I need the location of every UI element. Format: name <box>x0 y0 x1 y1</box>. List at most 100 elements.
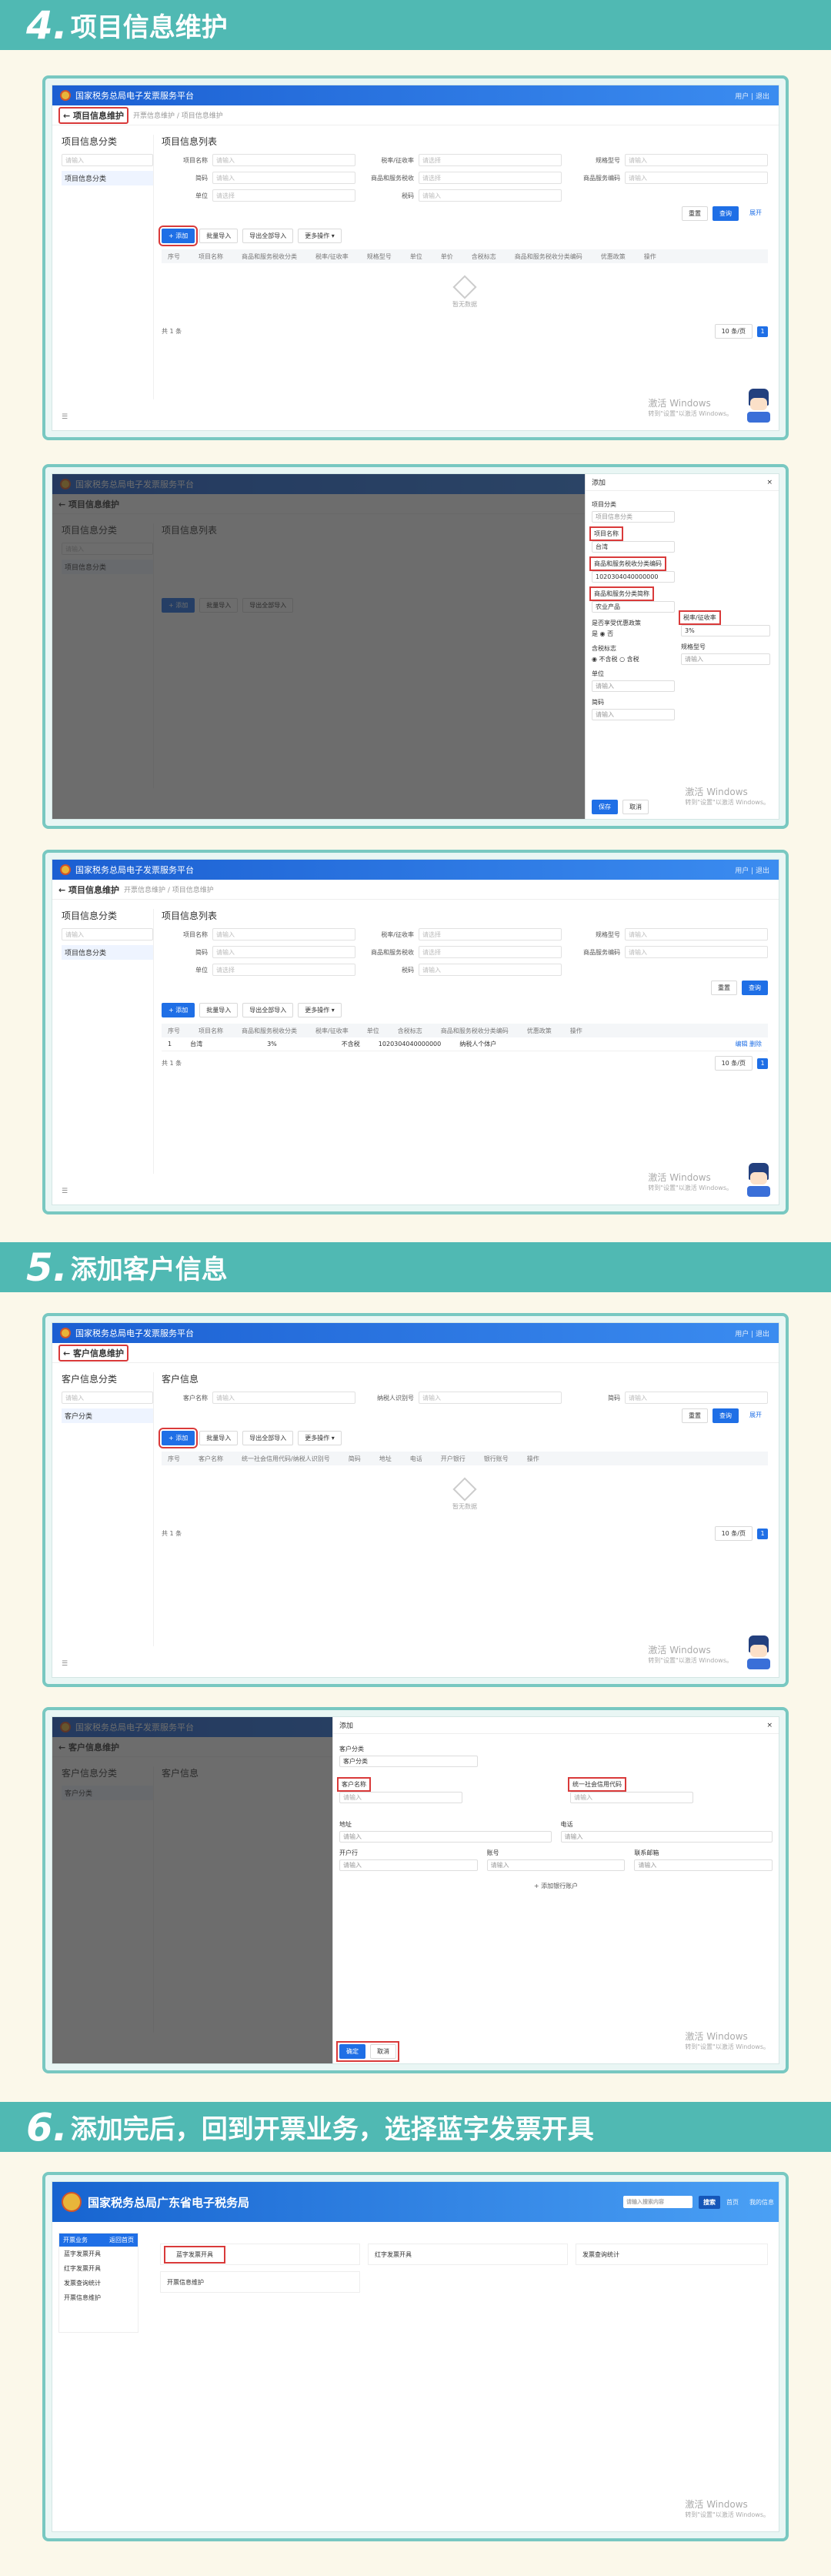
more-actions-button[interactable]: 更多操作 ▾ <box>298 1431 342 1445</box>
expand-link[interactable]: 展开 <box>743 1408 768 1423</box>
user-menu[interactable]: 用户 | 退出 <box>735 91 769 101</box>
user-menu[interactable]: 用户 | 退出 <box>735 865 769 875</box>
shortcode-input[interactable]: 请输入 <box>592 709 675 720</box>
add-bank-account-link[interactable]: + 添加银行账户 <box>339 1882 773 1890</box>
customer-name-input[interactable]: 请输入 <box>339 1792 462 1803</box>
taxpayer-id-input[interactable]: 请输入 <box>419 1392 562 1404</box>
menu-item-blue-invoice[interactable]: 蓝字发票开具 <box>59 2247 138 2261</box>
back-button[interactable]: ← 项目信息维护 <box>58 884 119 896</box>
spec-input[interactable]: 请输入 <box>625 928 768 941</box>
spec-input[interactable]: 请输入 <box>625 154 768 166</box>
unit-select[interactable]: 请选择 <box>212 964 355 976</box>
radio-yes[interactable]: 是 <box>592 630 598 637</box>
table-row[interactable]: 1 台湾 3% 不含税 1020304040000000 纳税人个体户 编辑 删除 <box>162 1037 768 1051</box>
add-button[interactable]: + 添加 <box>162 1003 195 1017</box>
page-size-select[interactable]: 10 条/页 <box>714 1526 753 1541</box>
page-number[interactable]: 1 <box>757 1057 768 1069</box>
more-actions-button[interactable]: 更多操作 ▾ <box>298 1003 342 1017</box>
tile-invoice-info[interactable]: 开票信息维护 <box>160 2271 360 2293</box>
assistant-mascot-icon[interactable] <box>745 1163 773 1200</box>
customer-name-input[interactable]: 请输入 <box>212 1392 355 1404</box>
assistant-mascot-icon[interactable] <box>745 1635 773 1672</box>
page-number[interactable]: 1 <box>757 1528 768 1539</box>
name-input[interactable]: 请输入 <box>212 154 355 166</box>
project-category-select[interactable]: 项目信息分类 <box>592 511 675 523</box>
tax-short-name-input[interactable]: 农业产品 <box>592 601 675 613</box>
batch-import-button[interactable]: 批量导入 <box>199 1003 239 1017</box>
sidebar-item-category[interactable]: 项目信息分类 <box>62 945 153 960</box>
export-button[interactable]: 导出全部导入 <box>242 229 294 243</box>
back-button[interactable]: ← 客户信息维护 <box>58 1344 129 1362</box>
name-input[interactable]: 请输入 <box>212 928 355 941</box>
customer-category-select[interactable]: 客户分类 <box>339 1756 478 1767</box>
search-button[interactable]: 搜索 <box>699 2195 720 2209</box>
menu-item-invoice-info[interactable]: 开票信息维护 <box>59 2290 138 2305</box>
user-menu[interactable]: 用户 | 退出 <box>735 1328 769 1338</box>
expand-link[interactable]: 展开 <box>743 206 768 221</box>
radio-exclusive[interactable]: 不含税 <box>599 656 618 663</box>
rate-select[interactable]: 请选择 <box>419 154 562 166</box>
sidebar-item-category[interactable]: 项目信息分类 <box>62 171 153 185</box>
page-size-select[interactable]: 10 条/页 <box>714 1056 753 1071</box>
taxcode-input[interactable]: 请输入 <box>419 964 562 976</box>
tax-code-input[interactable]: 1020304040000000 <box>592 571 675 583</box>
taxcode-input[interactable]: 请输入 <box>419 189 562 202</box>
service-code-input[interactable]: 请输入 <box>625 946 768 958</box>
back-home-link[interactable]: 返回首页 <box>109 2236 134 2244</box>
phone-input[interactable]: 请输入 <box>560 1831 773 1843</box>
menu-item-red-invoice[interactable]: 红字发票开具 <box>59 2261 138 2276</box>
radio-no[interactable]: 否 <box>607 630 613 637</box>
collapse-icon[interactable]: ☰ <box>62 1188 68 1195</box>
menu-item-invoice-query[interactable]: 发票查询统计 <box>59 2276 138 2290</box>
category-select[interactable]: 请选择 <box>419 172 562 184</box>
account-input[interactable]: 请输入 <box>486 1859 626 1871</box>
batch-import-button[interactable]: 批量导入 <box>199 1431 239 1445</box>
reset-button[interactable]: 重置 <box>682 206 708 221</box>
close-icon[interactable]: × <box>766 1722 773 1729</box>
modal-overlay[interactable] <box>52 1717 332 2063</box>
sidebar-search-input[interactable]: 请输入 <box>62 928 153 941</box>
query-button[interactable]: 查询 <box>742 981 768 995</box>
sidebar-search-input[interactable]: 请输入 <box>62 154 153 166</box>
rate-select[interactable]: 请选择 <box>419 928 562 941</box>
tile-invoice-query[interactable]: 发票查询统计 <box>576 2244 768 2265</box>
collapse-icon[interactable]: ☰ <box>62 413 68 421</box>
spec-input[interactable]: 请输入 <box>681 653 770 665</box>
tax-rate-select[interactable]: 3% <box>681 625 770 636</box>
shortcode-input[interactable]: 请输入 <box>625 1392 768 1404</box>
back-button[interactable]: ← 项目信息维护 <box>58 106 129 124</box>
batch-import-button[interactable]: 批量导入 <box>199 229 239 243</box>
sidebar-item-customer[interactable]: 客户分类 <box>62 1408 153 1423</box>
reset-button[interactable]: 重置 <box>682 1408 708 1423</box>
sidebar-search-input[interactable]: 请输入 <box>62 1392 153 1404</box>
unit-input[interactable]: 请输入 <box>592 680 675 692</box>
unit-select[interactable]: 请选择 <box>212 189 355 202</box>
radio-inclusive[interactable]: 含税 <box>627 656 639 663</box>
code-input[interactable]: 请输入 <box>212 172 355 184</box>
page-number[interactable]: 1 <box>757 326 768 337</box>
query-button[interactable]: 查询 <box>713 1408 739 1423</box>
address-input[interactable]: 请输入 <box>339 1831 552 1843</box>
nav-home[interactable]: 首页 <box>726 2198 739 2207</box>
cancel-button[interactable]: 取消 <box>370 2044 396 2059</box>
collapse-icon[interactable]: ☰ <box>62 1660 68 1668</box>
nav-my-info[interactable]: 我的信息 <box>749 2198 774 2207</box>
email-input[interactable]: 请输入 <box>634 1859 773 1871</box>
export-button[interactable]: 导出全部导入 <box>242 1003 294 1017</box>
reset-button[interactable]: 重置 <box>711 981 737 995</box>
save-button[interactable]: 保存 <box>592 800 618 814</box>
page-size-select[interactable]: 10 条/页 <box>714 324 753 339</box>
confirm-button[interactable]: 确定 <box>339 2044 365 2059</box>
more-actions-button[interactable]: 更多操作 ▾ <box>298 229 342 243</box>
query-button[interactable]: 查询 <box>713 206 739 221</box>
export-button[interactable]: 导出全部导入 <box>242 1431 294 1445</box>
search-input[interactable]: 请输入搜索内容 <box>623 2196 692 2208</box>
add-button[interactable]: + 添加 <box>158 1428 199 1448</box>
project-name-input[interactable]: 台湾 <box>592 541 675 553</box>
category-select[interactable]: 请选择 <box>419 946 562 958</box>
row-actions[interactable]: 编辑 删除 <box>735 1040 762 1048</box>
tile-red-invoice[interactable]: 红字发票开具 <box>368 2244 568 2265</box>
code-input[interactable]: 请输入 <box>212 946 355 958</box>
service-code-input[interactable]: 请输入 <box>625 172 768 184</box>
cancel-button[interactable]: 取消 <box>622 800 649 814</box>
